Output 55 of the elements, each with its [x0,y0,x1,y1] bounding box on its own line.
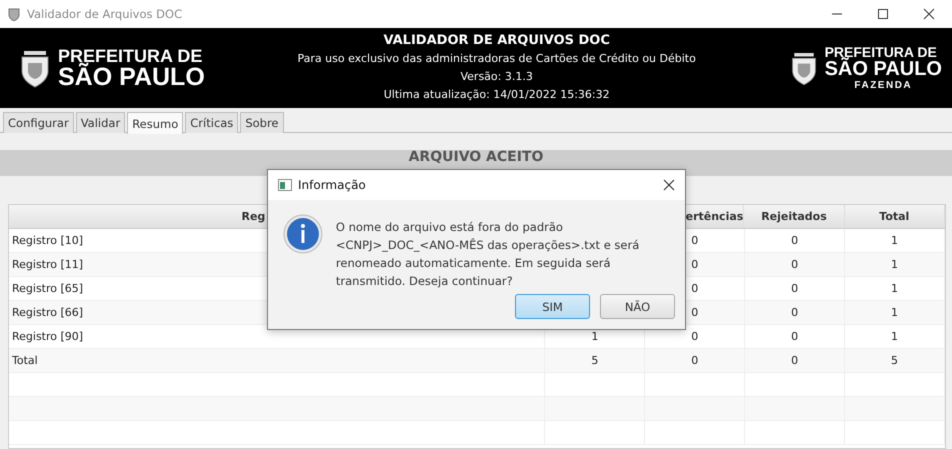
window-title: Validador de Arquivos DOC [27,7,182,21]
table-cell: Registro [10] [12,234,84,247]
table-cell: 0 [691,330,698,343]
tab[interactable]: Validar [76,112,126,133]
column-header: Reg [241,210,266,223]
table-cell: Total [12,354,38,367]
crest-icon [7,7,21,21]
dialog-message: O nome do arquivo está fora do padrão <CNPJ>_DOC_<ANO-MÊS das operações>.txt e será renomeado automaticamente. Em seguida será transmitido. Deseja continuar? [336,219,640,290]
header-info: Versão: 3.1.3 [460,69,533,85]
table-cell: 0 [791,258,798,271]
table-cell: 1 [891,258,898,271]
table-cell: 0 [691,258,698,271]
tab[interactable]: Resumo [127,112,184,134]
logo-text: SÃO PAULO [824,59,942,79]
table-cell: 5 [891,354,898,367]
table-cell: 0 [691,306,698,319]
table-cell: 1 [891,306,898,319]
status-heading: ARQUIVO ACEITO [408,150,544,164]
header-info: Para uso exclusivo das administradoras de Cartões de Crédito ou Débito [298,51,696,67]
table-cell: 0 [791,354,798,367]
table-cell: 0 [691,354,698,367]
logo-text: SÃO PAULO [58,64,205,90]
table-cell: Registro [11] [12,258,84,271]
maximize-icon[interactable] [877,8,889,20]
window-icon [278,179,292,191]
table-cell: Registro [65] [12,282,84,295]
close-icon[interactable] [663,179,675,191]
table-cell: 0 [691,282,698,295]
table-cell: 1 [591,330,598,343]
table-cell: Registro [66] [12,306,84,319]
column-header: Total [879,210,910,223]
logo-text: FAZENDA [853,81,914,91]
table-cell: 0 [791,330,798,343]
app-title: VALIDADOR DE ARQUIVOS DOC [383,32,610,50]
table-cell: Registro [90] [12,330,84,343]
table-cell: 0 [691,234,698,247]
logo-text: PREFEITURA DE [824,45,938,59]
header-info: Ultima atualização: 14/01/2022 15:36:32 [384,87,610,103]
tab[interactable]: Críticas [185,112,238,133]
table-cell: 1 [891,234,898,247]
column-header: Rejeitados [761,210,827,223]
tab[interactable]: Configurar [3,112,74,133]
table-cell: 0 [791,306,798,319]
table-cell: 1 [891,282,898,295]
table-cell: 0 [791,282,798,295]
column-header: ertências [686,210,744,223]
table-cell: 5 [591,354,598,367]
table-cell: 1 [891,330,898,343]
dialog-button[interactable]: SIM [515,294,590,319]
tab[interactable]: Sobre [240,112,284,133]
close-icon[interactable] [923,8,935,20]
info-icon [283,214,323,254]
table-cell: 0 [791,234,798,247]
dialog-title: Informação [298,178,366,192]
dialog-button[interactable]: NÃO [600,294,675,319]
